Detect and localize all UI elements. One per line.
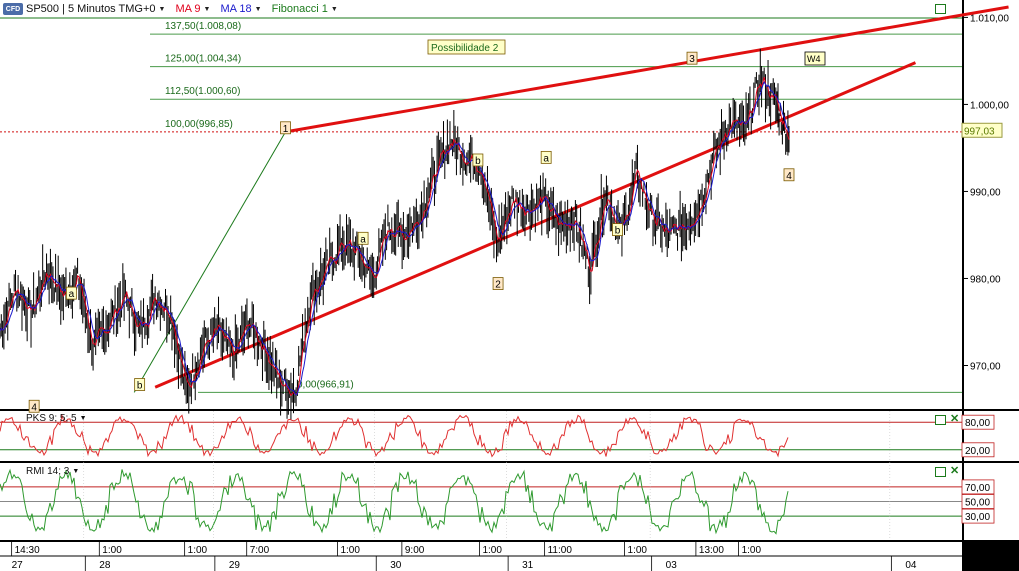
rmi-level-label: 50,00 <box>965 498 990 509</box>
date-tick-label: 30 <box>390 560 402 571</box>
ma18-label: MA 18 <box>220 3 252 15</box>
chevron-down-icon: ▼ <box>158 5 166 13</box>
y-tick-label: 990,00 <box>970 187 1001 198</box>
maximize-icon[interactable] <box>935 415 946 425</box>
chevron-down-icon: ▼ <box>330 5 338 13</box>
chart-window: 137,50(1.008,08) 125,00(1.004,34) 112,50(1… <box>0 0 1019 571</box>
pks-panel <box>0 411 962 461</box>
time-tick-label: 7:00 <box>250 545 270 556</box>
rmi-label: RMI 14; 3 <box>26 466 70 477</box>
wave-label: 2 <box>495 280 501 291</box>
time-tick-label: 14:30 <box>15 545 40 556</box>
rmi-level-label: 30,00 <box>965 512 990 523</box>
fib-level-label: 0,00(966,91) <box>297 379 354 390</box>
chevron-down-icon: ▼ <box>72 468 80 475</box>
rmi-level-label: 70,00 <box>965 483 990 494</box>
ma9-label: MA 9 <box>175 3 201 15</box>
pks-level-label: 80,00 <box>965 418 990 429</box>
close-icon[interactable]: ✕ <box>950 466 959 477</box>
date-tick-label: 31 <box>522 560 534 571</box>
wave-label: 4 <box>31 402 37 413</box>
wave-label: b <box>137 381 143 392</box>
wave-label: b <box>615 226 621 237</box>
date-tick-label: 27 <box>12 560 24 571</box>
chevron-down-icon: ▼ <box>79 415 87 422</box>
symbol-label: SP500 | 5 Minutos TMG+0 <box>26 3 156 15</box>
symbol-selector[interactable]: SP500 | 5 Minutos TMG+0 ▼ <box>26 3 165 15</box>
time-tick-label: 13:00 <box>699 545 724 556</box>
price-axis <box>964 0 1019 409</box>
time-tick-label: 1:00 <box>482 545 502 556</box>
time-tick-label: 1:00 <box>742 545 762 556</box>
time-tick-label: 9:00 <box>405 545 425 556</box>
wave-label: a <box>69 289 75 300</box>
date-tick-label: 04 <box>905 560 917 571</box>
maximize-icon[interactable] <box>935 4 946 14</box>
ma18-indicator[interactable]: MA 18 ▼ <box>220 3 261 15</box>
wave-label: 1 <box>283 124 289 135</box>
wave-label: b <box>475 156 481 167</box>
date-tick-label: 03 <box>666 560 678 571</box>
fib-level-label: 137,50(1.008,08) <box>165 21 241 32</box>
time-tick-label: 1:00 <box>102 545 122 556</box>
fibonacci-label: Fibonacci 1 <box>271 3 328 15</box>
pks-level-label: 20,00 <box>965 446 990 457</box>
chart-canvas[interactable]: 137,50(1.008,08) 125,00(1.004,34) 112,50(1… <box>0 0 1019 571</box>
maximize-icon[interactable] <box>935 467 946 477</box>
time-tick-label: 1:00 <box>628 545 648 556</box>
chevron-down-icon: ▼ <box>203 5 211 13</box>
fib-level-label: 125,00(1.004,34) <box>165 54 241 65</box>
wave-label: a <box>543 153 549 164</box>
rmi-indicator-label[interactable]: RMI 14; 3 ▼ <box>26 466 79 477</box>
time-tick-label: 1:00 <box>188 545 208 556</box>
ma9-indicator[interactable]: MA 9 ▼ <box>175 3 210 15</box>
possibilidade-label: Possibilidade 2 <box>431 43 499 54</box>
w4-label: W4 <box>807 54 821 64</box>
y-tick-label: 970,00 <box>970 361 1001 372</box>
close-icon[interactable]: ✕ <box>950 414 959 425</box>
wave-label: 4 <box>786 171 792 182</box>
time-tick-label: 1:00 <box>340 545 360 556</box>
pks-label: PKS 9; 5; 5 <box>26 413 77 424</box>
fibonacci-tool[interactable]: Fibonacci 1 ▼ <box>272 3 338 15</box>
y-tick-label: 1.010,00 <box>970 13 1009 24</box>
fib-level-label: 100,00(996,85) <box>165 119 233 130</box>
date-tick-label: 28 <box>99 560 111 571</box>
pks-indicator-label[interactable]: PKS 9; 5; 5 ▼ <box>26 413 87 424</box>
chevron-down-icon: ▼ <box>254 5 262 13</box>
fib-level-label: 112,50(1.000,60) <box>165 86 240 97</box>
chart-header: SP500 | 5 Minutos TMG+0 ▼ MA 9 ▼ MA 18 ▼… <box>0 0 962 18</box>
wave-label: 3 <box>689 54 695 65</box>
y-tick-label: 1.000,00 <box>970 100 1009 111</box>
date-tick-label: 29 <box>229 560 241 571</box>
y-tick-label: 980,00 <box>970 274 1001 285</box>
last-price-label: 997,03 <box>964 126 995 137</box>
wave-label: a <box>360 234 366 245</box>
time-tick-label: 11:00 <box>548 545 573 556</box>
